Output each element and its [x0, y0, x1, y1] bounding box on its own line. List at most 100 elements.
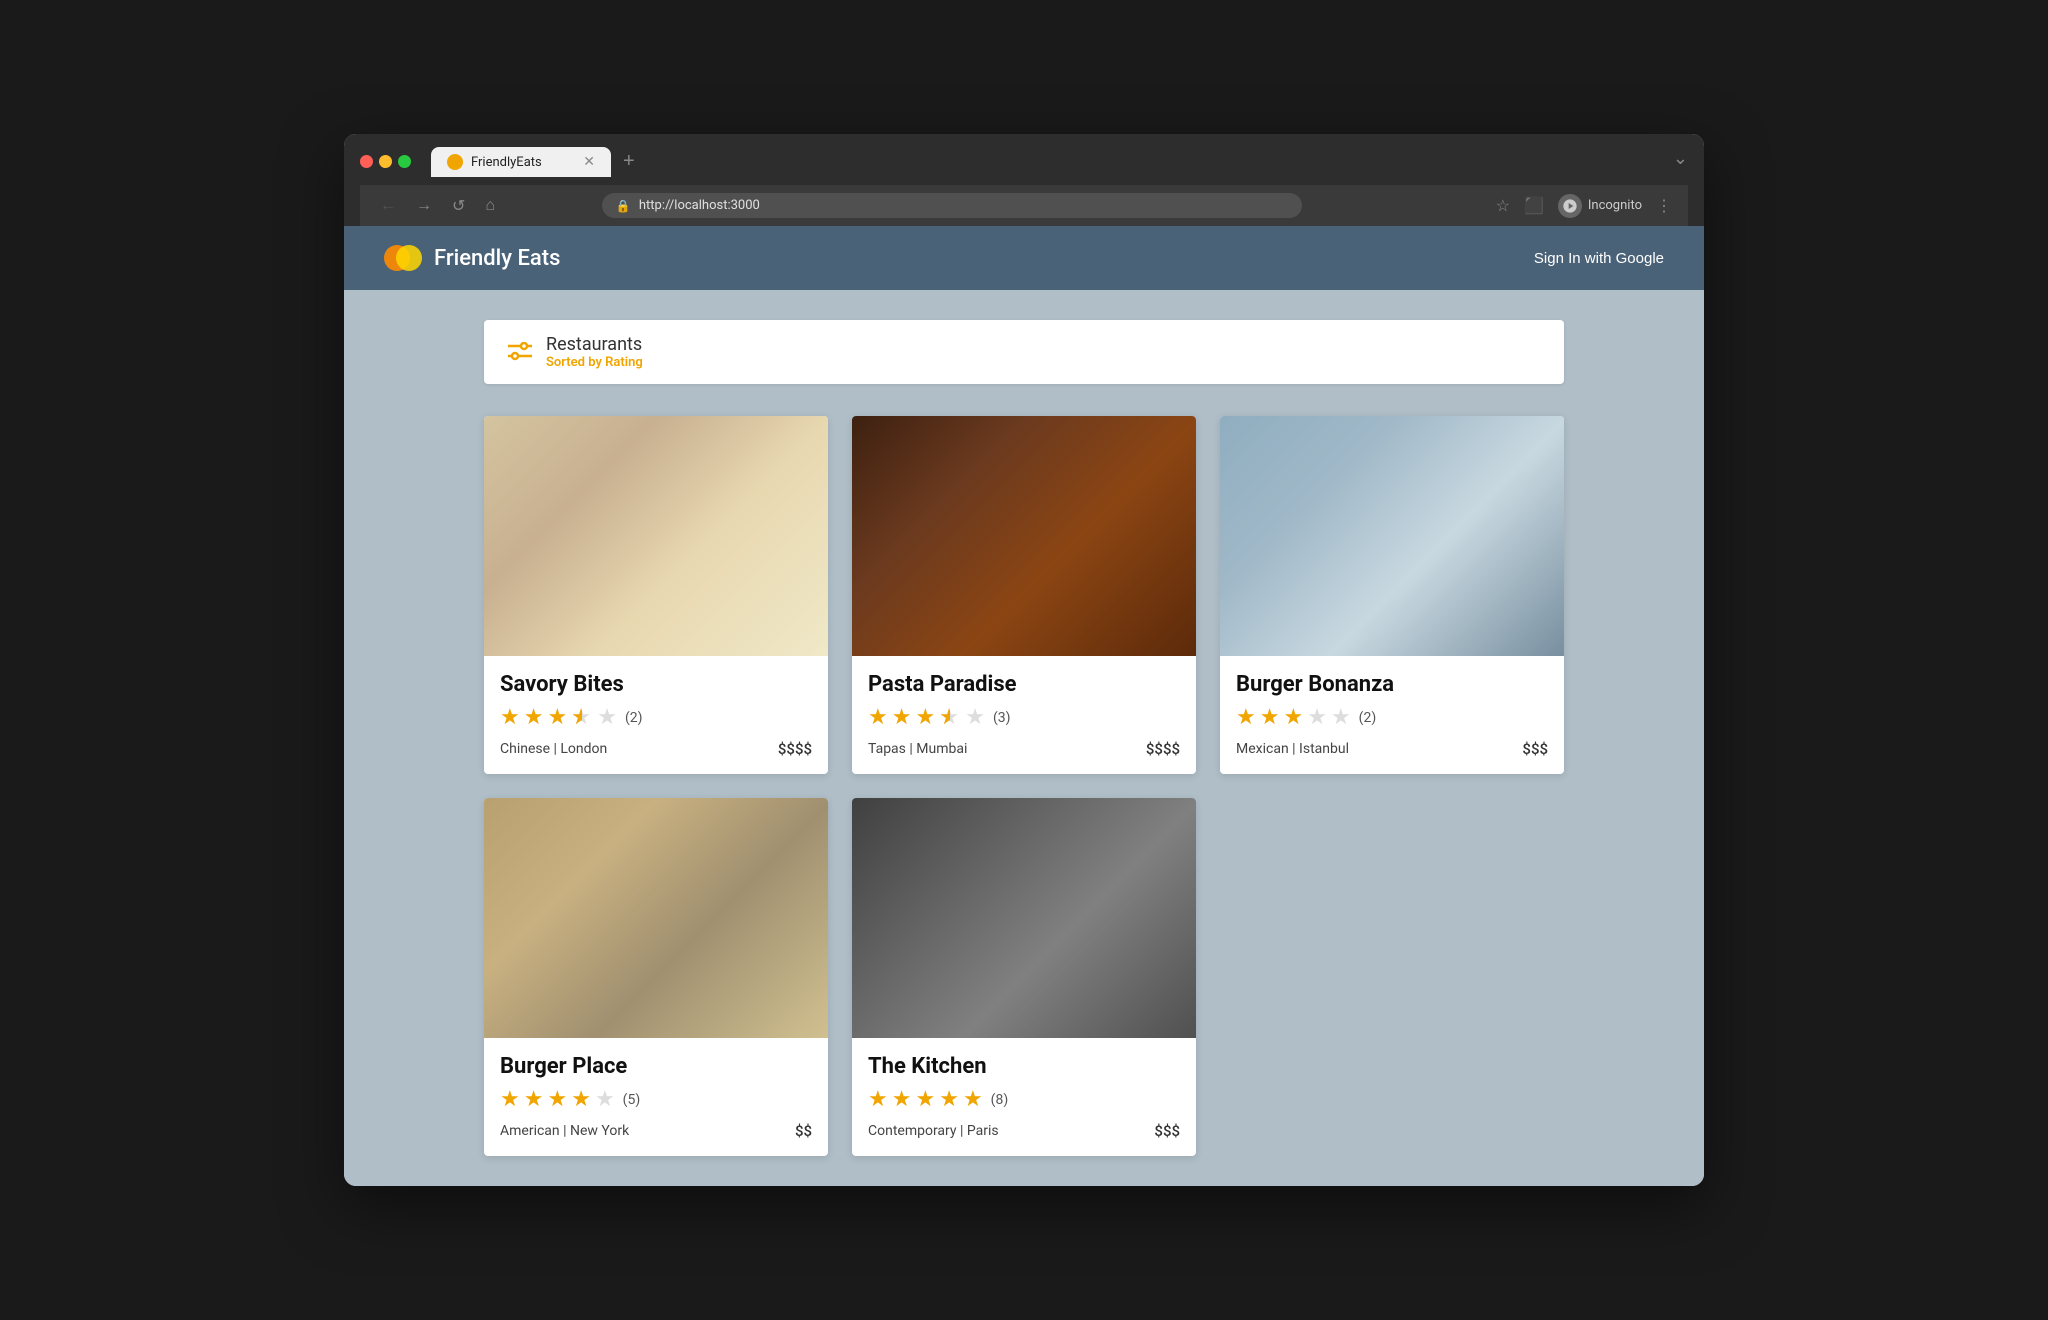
restaurant-card[interactable]: Savory Bites ★★★ ★ ★ ★ (2) Chinese | Lon…: [484, 416, 828, 774]
new-tab-button[interactable]: +: [615, 146, 643, 177]
restaurant-card[interactable]: Burger Place ★★★★★ (5) American | New Yo…: [484, 798, 828, 1156]
card-body: Burger Bonanza ★★★★★ (2) Mexican | Istan…: [1220, 656, 1564, 774]
url-bar[interactable]: 🔒 http://localhost:3000: [602, 193, 1302, 218]
window-controls: [360, 155, 411, 168]
star-filled: ★: [571, 1087, 591, 1112]
filter-text: Restaurants Sorted by Rating: [546, 334, 643, 370]
tab-favicon: [447, 154, 463, 170]
app-logo: Friendly Eats: [384, 239, 560, 277]
tab-bar: FriendlyEats ✕ +: [431, 146, 1665, 177]
star-filled: ★: [524, 1087, 544, 1112]
rating-stars: ★★★ ★ ★ ★ (3): [868, 705, 1180, 730]
star-filled: ★: [963, 1087, 983, 1112]
cuisine-location: American | New York: [500, 1123, 629, 1139]
minimize-button[interactable]: [379, 155, 392, 168]
star-filled: ★: [939, 1087, 959, 1112]
restaurant-card[interactable]: The Kitchen ★★★★★ (8) Contemporary | Par…: [852, 798, 1196, 1156]
menu-icon[interactable]: ⋮: [1656, 196, 1672, 215]
card-meta: Contemporary | Paris $$$: [868, 1122, 1180, 1140]
star-filled: ★: [892, 1087, 912, 1112]
tab-close-icon[interactable]: ✕: [583, 155, 595, 169]
app-name: Friendly Eats: [434, 246, 560, 271]
maximize-button[interactable]: [398, 155, 411, 168]
restaurant-grid: Savory Bites ★★★ ★ ★ ★ (2) Chinese | Lon…: [484, 416, 1564, 1156]
star-filled: ★: [868, 1087, 888, 1112]
review-count: (5): [623, 1092, 641, 1108]
card-body: The Kitchen ★★★★★ (8) Contemporary | Par…: [852, 1038, 1196, 1156]
review-count: (3): [993, 710, 1011, 726]
avatar: [1558, 194, 1582, 218]
tab-menu-icon: ⌄: [1673, 148, 1688, 175]
app-content: Friendly Eats Sign In with Google: [344, 226, 1704, 1186]
star-half: ★ ★: [939, 705, 961, 730]
back-button[interactable]: ←: [376, 195, 400, 217]
price-level: $$$: [1522, 740, 1548, 758]
price-level: $$$: [1154, 1122, 1180, 1140]
logo-icon: [384, 239, 422, 277]
address-bar-right: ☆ ⬛ Incognito ⋮: [1496, 194, 1672, 218]
star-empty: ★: [595, 1087, 615, 1112]
tab-title: FriendlyEats: [471, 155, 575, 170]
star-empty: ★: [597, 705, 617, 730]
price-level: $$$$: [778, 740, 812, 758]
cuisine-location: Tapas | Mumbai: [868, 741, 967, 757]
restaurant-card[interactable]: Pasta Paradise ★★★ ★ ★ ★ (3) Tapas | Mum…: [852, 416, 1196, 774]
card-image: [1220, 416, 1564, 656]
card-image: [484, 798, 828, 1038]
star-filled: ★: [1260, 705, 1280, 730]
address-bar: ← → ↺ ⌂ 🔒 http://localhost:3000 ☆ ⬛ Inco…: [360, 185, 1688, 226]
card-image: [852, 416, 1196, 656]
close-button[interactable]: [360, 155, 373, 168]
price-level: $$$$: [1146, 740, 1180, 758]
browser-titlebar: FriendlyEats ✕ + ⌄ ← → ↺ ⌂ 🔒 http://loca…: [344, 134, 1704, 226]
review-count: (2): [625, 710, 643, 726]
incognito-label: Incognito: [1588, 198, 1642, 213]
star-filled: ★: [915, 705, 935, 730]
active-tab[interactable]: FriendlyEats ✕: [431, 147, 611, 177]
star-filled: ★: [500, 705, 520, 730]
restaurant-name: The Kitchen: [868, 1054, 1180, 1079]
url-text: http://localhost:3000: [639, 198, 760, 213]
star-half: ★ ★: [571, 705, 593, 730]
card-image: [852, 798, 1196, 1038]
reload-button[interactable]: ↺: [448, 194, 469, 218]
sign-in-button[interactable]: Sign In with Google: [1534, 250, 1664, 267]
split-screen-icon[interactable]: ⬛: [1524, 196, 1544, 215]
star-filled: ★: [500, 1087, 520, 1112]
filter-bar[interactable]: Restaurants Sorted by Rating: [484, 320, 1564, 384]
star-filled: ★: [524, 705, 544, 730]
card-meta: Chinese | London $$$$: [500, 740, 812, 758]
home-button[interactable]: ⌂: [481, 195, 499, 217]
cuisine-location: Mexican | Istanbul: [1236, 741, 1349, 757]
rating-stars: ★★★★★ (2): [1236, 705, 1548, 730]
star-filled: ★: [547, 1087, 567, 1112]
sliders-icon: [508, 342, 532, 362]
price-level: $$: [795, 1122, 812, 1140]
star-empty: ★: [1331, 705, 1351, 730]
card-body: Savory Bites ★★★ ★ ★ ★ (2) Chinese | Lon…: [484, 656, 828, 774]
filter-icon: [508, 342, 530, 362]
restaurant-name: Burger Bonanza: [1236, 672, 1548, 697]
filter-subtitle: Sorted by Rating: [546, 355, 643, 370]
review-count: (2): [1359, 710, 1377, 726]
filter-title: Restaurants: [546, 334, 643, 355]
restaurant-card[interactable]: Burger Bonanza ★★★★★ (2) Mexican | Istan…: [1220, 416, 1564, 774]
star-filled: ★: [868, 705, 888, 730]
star-empty: ★: [1307, 705, 1327, 730]
cuisine-location: Chinese | London: [500, 741, 607, 757]
incognito-button[interactable]: Incognito: [1558, 194, 1642, 218]
main-content: Restaurants Sorted by Rating Savory Bite…: [344, 290, 1704, 1186]
app-header: Friendly Eats Sign In with Google: [344, 226, 1704, 290]
star-filled: ★: [1236, 705, 1256, 730]
star-filled: ★: [1283, 705, 1303, 730]
restaurant-name: Savory Bites: [500, 672, 812, 697]
restaurant-name: Pasta Paradise: [868, 672, 1180, 697]
card-body: Burger Place ★★★★★ (5) American | New Yo…: [484, 1038, 828, 1156]
card-meta: American | New York $$: [500, 1122, 812, 1140]
url-lock-icon: 🔒: [616, 199, 631, 213]
bookmark-icon[interactable]: ☆: [1496, 196, 1510, 215]
rating-stars: ★★★ ★ ★ ★ (2): [500, 705, 812, 730]
browser-window: FriendlyEats ✕ + ⌄ ← → ↺ ⌂ 🔒 http://loca…: [344, 134, 1704, 1186]
card-image: [484, 416, 828, 656]
forward-button[interactable]: →: [412, 195, 436, 217]
